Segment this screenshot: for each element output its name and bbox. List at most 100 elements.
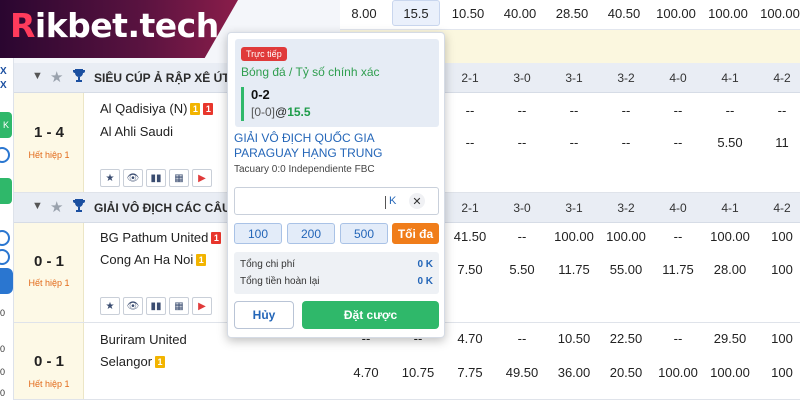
star-icon[interactable]: ★ bbox=[50, 68, 63, 86]
odds-cell[interactable]: 41.50 bbox=[444, 225, 496, 247]
eye-icon[interactable]: 👁 bbox=[123, 169, 143, 187]
odds-cell[interactable]: 100.00 bbox=[704, 225, 756, 247]
stake-unit: K bbox=[389, 195, 397, 207]
odds-cell[interactable]: 11.75 bbox=[652, 258, 704, 280]
home-team[interactable]: Al Qadisiya (N) 1 1 bbox=[100, 101, 214, 116]
odds-cell[interactable]: 28.50 bbox=[548, 0, 596, 26]
odds-cell[interactable]: 100.00 bbox=[704, 0, 752, 26]
cancel-button[interactable]: Hủy bbox=[234, 301, 294, 329]
stats-icon[interactable]: ▮▮ bbox=[146, 297, 166, 315]
away-team[interactable]: Al Ahli Saudi bbox=[100, 124, 173, 139]
odds-cell[interactable]: -- bbox=[548, 99, 600, 121]
side-close-icon[interactable]: X bbox=[0, 66, 7, 77]
play-icon[interactable]: ▶ bbox=[192, 169, 212, 187]
clear-icon[interactable]: ✕ bbox=[409, 193, 425, 209]
away-team-name: Selangor bbox=[100, 354, 153, 369]
field-icon[interactable]: ▦ bbox=[169, 297, 189, 315]
odds-cell[interactable]: -- bbox=[652, 225, 704, 247]
field-icon[interactable]: ▦ bbox=[169, 169, 189, 187]
quick-stake-button[interactable]: 200 bbox=[287, 223, 335, 244]
brand-banner: Rikbet.tech bbox=[0, 0, 238, 58]
odds-cell[interactable]: 8.00 bbox=[340, 0, 388, 26]
odds-cell[interactable]: -- bbox=[600, 99, 652, 121]
odds-cell[interactable]: -- bbox=[756, 99, 800, 121]
play-icon[interactable]: ▶ bbox=[192, 297, 212, 315]
favorite-star-icon[interactable]: ★ bbox=[100, 297, 120, 315]
odds-cell[interactable]: 10.50 bbox=[444, 0, 492, 26]
side-chevron-icon-2[interactable] bbox=[0, 249, 10, 265]
odds-cell[interactable]: 28.00 bbox=[704, 258, 756, 280]
odds-cell[interactable]: 36.00 bbox=[548, 361, 600, 383]
odds-cell[interactable]: 100.00 bbox=[756, 0, 800, 26]
odds-cell[interactable]: 100.00 bbox=[704, 361, 756, 383]
home-team[interactable]: Buriram United bbox=[100, 332, 187, 347]
odds-cell[interactable]: -- bbox=[600, 131, 652, 153]
odds-cell[interactable]: -- bbox=[496, 99, 548, 121]
odds-cell[interactable]: -- bbox=[444, 99, 496, 121]
bet-selection-card: Trực tiếp Bóng đá / Tỷ số chính xác 0-2 … bbox=[235, 39, 439, 127]
stats-icon[interactable]: ▮▮ bbox=[146, 169, 166, 187]
quick-stake-button[interactable]: 500 bbox=[340, 223, 388, 244]
odds-cell[interactable]: 55.00 bbox=[600, 258, 652, 280]
odds-cell[interactable]: 7.50 bbox=[444, 258, 496, 280]
brand-logo-initial: R bbox=[10, 6, 35, 45]
side-toggle-icon[interactable] bbox=[0, 147, 10, 163]
match-period: Hết hiệp 1 bbox=[28, 150, 70, 160]
odds-cell[interactable]: -- bbox=[704, 99, 756, 121]
max-stake-button[interactable]: Tối đa bbox=[392, 223, 439, 244]
home-team[interactable]: BG Pathum United 1 bbox=[100, 230, 222, 245]
odds-cell[interactable]: 11.75 bbox=[548, 258, 600, 280]
odds-cell[interactable]: -- bbox=[652, 131, 704, 153]
odds-cell[interactable]: 5.50 bbox=[496, 258, 548, 280]
odds-cell[interactable]: 29.50 bbox=[704, 327, 756, 349]
live-badge: Trực tiếp bbox=[241, 47, 287, 61]
side-green-button-2[interactable] bbox=[0, 178, 12, 204]
odds-cell[interactable]: 4.70 bbox=[340, 361, 392, 383]
odds-cell[interactable]: 5.50 bbox=[704, 131, 756, 153]
odds-cell[interactable]: 20.50 bbox=[600, 361, 652, 383]
odds-cell[interactable]: 100.00 bbox=[548, 225, 600, 247]
odds-cell[interactable]: -- bbox=[548, 131, 600, 153]
odds-cell[interactable]: 100.00 bbox=[652, 361, 704, 383]
side-green-button[interactable]: K bbox=[0, 112, 12, 138]
odds-cell[interactable]: -- bbox=[652, 99, 704, 121]
odds-cell[interactable]: 100 bbox=[756, 361, 800, 383]
odds-cell[interactable]: 49.50 bbox=[496, 361, 548, 383]
stake-input[interactable]: K ✕ bbox=[234, 187, 439, 215]
odds-cell[interactable]: 100 bbox=[756, 327, 800, 349]
chevron-down-icon[interactable]: ▼ bbox=[32, 200, 43, 212]
chevron-down-icon[interactable]: ▼ bbox=[32, 70, 43, 82]
odds-cell[interactable]: -- bbox=[496, 225, 548, 247]
quick-stake-button[interactable]: 100 bbox=[234, 223, 282, 244]
odds-cell[interactable]: 11 bbox=[756, 131, 800, 153]
odds-cell[interactable]: 7.75 bbox=[444, 361, 496, 383]
side-chevron-icon[interactable] bbox=[0, 230, 10, 246]
odds-cell[interactable]: 40.50 bbox=[600, 0, 648, 26]
odds-cell[interactable]: -- bbox=[496, 131, 548, 153]
star-icon[interactable]: ★ bbox=[50, 198, 63, 216]
odds-cell[interactable]: 15.5 bbox=[392, 0, 440, 26]
score-column: 1 - 4 Hết hiệp 1 bbox=[14, 93, 84, 192]
odds-cell[interactable]: -- bbox=[444, 131, 496, 153]
odds-cell[interactable]: -- bbox=[652, 327, 704, 349]
odds-cell[interactable]: 100.00 bbox=[652, 0, 700, 26]
away-team[interactable]: Cong An Ha Noi 1 bbox=[100, 252, 207, 267]
odds-cell[interactable]: 10.50 bbox=[548, 327, 600, 349]
odds-cell[interactable]: 22.50 bbox=[600, 327, 652, 349]
odds-cell[interactable]: 40.00 bbox=[496, 0, 544, 26]
odds-cell[interactable]: 10.75 bbox=[392, 361, 444, 383]
odds-cell[interactable]: 100 bbox=[756, 225, 800, 247]
odds-cell[interactable]: 100 bbox=[756, 258, 800, 280]
place-bet-button[interactable]: Đặt cược bbox=[302, 301, 439, 329]
away-team[interactable]: Selangor 1 bbox=[100, 354, 166, 369]
side-close-icon-2[interactable]: X bbox=[0, 80, 7, 91]
side-blue-tab[interactable] bbox=[0, 268, 13, 294]
favorite-star-icon[interactable]: ★ bbox=[100, 169, 120, 187]
odds-cell[interactable]: 4.70 bbox=[444, 327, 496, 349]
eye-icon[interactable]: 👁 bbox=[123, 297, 143, 315]
odds-cell[interactable]: -- bbox=[496, 327, 548, 349]
brand-logo[interactable]: Rikbet.tech bbox=[10, 6, 219, 45]
bet-fixture: Tacuary 0:0 Independiente FBC bbox=[234, 164, 375, 175]
match-tools: ★ 👁 ▮▮ ▦ ▶ bbox=[100, 297, 212, 315]
odds-cell[interactable]: 100.00 bbox=[600, 225, 652, 247]
